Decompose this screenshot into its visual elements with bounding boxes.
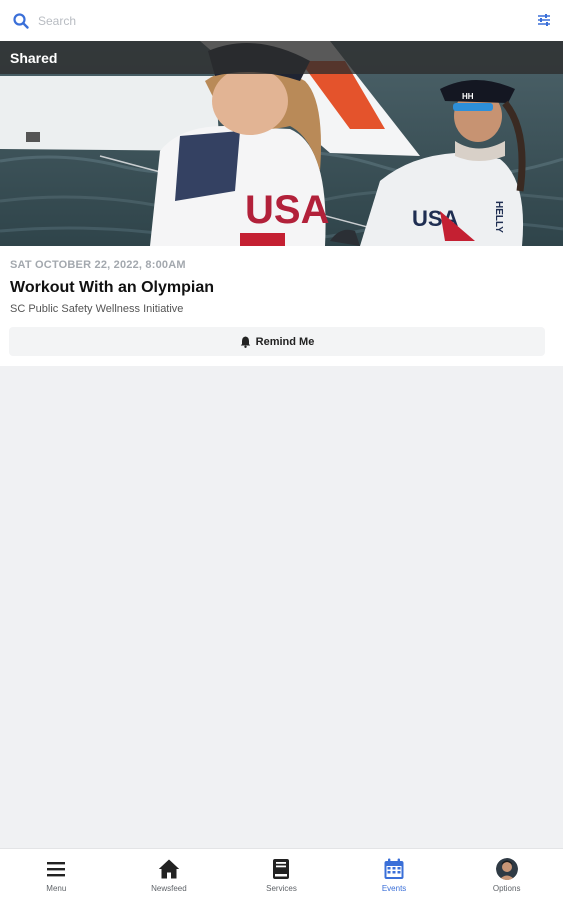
home-icon [158,859,180,879]
nav-label-services: Services [266,884,297,893]
shared-banner: Shared [0,41,563,74]
search-bar [0,0,563,41]
nav-item-newsfeed[interactable]: Newsfeed [113,849,226,901]
bell-icon [240,336,250,348]
event-title[interactable]: Workout With an Olympian [10,279,214,297]
sliders-icon[interactable] [536,12,552,28]
nav-item-services[interactable]: Services [225,849,338,901]
search-input[interactable] [32,10,504,32]
nav-label-newsfeed: Newsfeed [151,884,187,893]
nav-label-menu: Menu [46,884,67,893]
nav-label-options: Options [492,884,521,893]
remind-me-button[interactable]: Remind Me [9,327,545,356]
nav-item-options[interactable]: Options [450,849,563,901]
book-icon [273,859,290,879]
event-image: USA HH USA HELLY Shared [0,41,563,246]
nav-label-events: Events [381,884,407,893]
calendar-icon [384,858,404,879]
search-icon[interactable] [12,12,30,30]
sleeve-text: HELLY [493,201,504,233]
nav-item-events[interactable]: Events [338,849,451,901]
remind-me-label: Remind Me [255,335,315,348]
avatar [495,858,518,880]
event-date: SAT OCTOBER 22, 2022, 8:00AM [10,259,186,271]
nav-item-menu[interactable]: Menu [0,849,113,901]
bottom-navigation: Menu Newsfeed Services Events Options [0,848,563,901]
shared-label: Shared [10,50,58,66]
event-organization: SC Public Safety Wellness Initiative [10,303,184,315]
event-card[interactable]: USA HH USA HELLY Shared SAT OCTOBER 22, … [0,41,563,366]
cap-logo-text: HH [462,92,474,101]
usa-jersey-text-left: USA [245,188,329,232]
hamburger-icon [47,862,66,877]
